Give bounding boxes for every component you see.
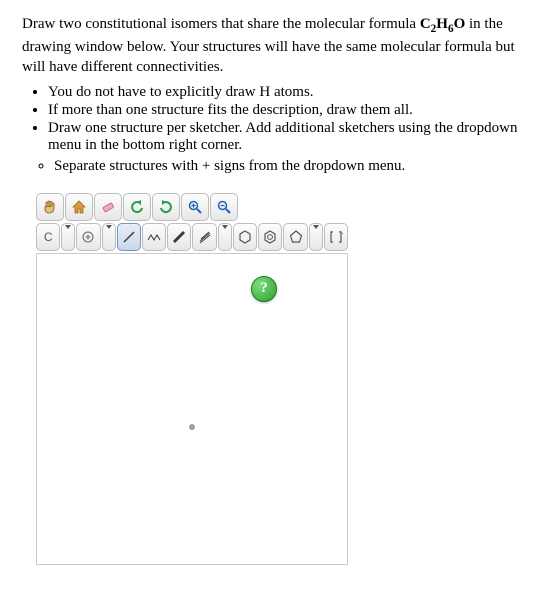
toolbar-row-1 bbox=[36, 193, 348, 221]
instruction-item: If more than one structure fits the desc… bbox=[48, 102, 518, 119]
ring-pentagon-button[interactable] bbox=[283, 223, 307, 251]
formula: C2H6O bbox=[420, 16, 465, 32]
chevron-down-icon bbox=[313, 229, 319, 244]
toolbar-row-2: C bbox=[36, 223, 348, 251]
bracket-button[interactable]: + bbox=[324, 223, 348, 251]
atom-label: C bbox=[44, 230, 53, 244]
charge-button[interactable] bbox=[76, 223, 100, 251]
help-button[interactable]: ? bbox=[251, 276, 277, 302]
hexagon-icon bbox=[237, 229, 253, 245]
bond-tool-icon bbox=[146, 229, 162, 245]
bond-chain-button[interactable] bbox=[142, 223, 166, 251]
bond-solid-button[interactable] bbox=[167, 223, 191, 251]
bond-triple-icon bbox=[197, 229, 213, 245]
undo-button[interactable] bbox=[123, 193, 151, 221]
pentagon-icon bbox=[288, 229, 304, 245]
svg-text:+: + bbox=[341, 232, 344, 237]
bond-double-icon bbox=[171, 229, 187, 245]
ring-benzene-button[interactable] bbox=[258, 223, 282, 251]
home-icon bbox=[71, 199, 87, 215]
zoom-in-icon bbox=[187, 199, 203, 215]
molecule-sketcher: C bbox=[36, 193, 348, 565]
instruction-item: Draw one structure per sketcher. Add add… bbox=[48, 120, 518, 154]
redo-button[interactable] bbox=[152, 193, 180, 221]
home-button[interactable] bbox=[65, 193, 93, 221]
pan-hand-icon bbox=[42, 199, 58, 215]
eraser-button[interactable] bbox=[94, 193, 122, 221]
bracket-icon: + bbox=[328, 229, 344, 245]
zoom-in-button[interactable] bbox=[181, 193, 209, 221]
chevron-down-icon bbox=[106, 229, 112, 244]
prompt-pre: Draw two constitutional isomers that sha… bbox=[22, 16, 420, 32]
chevron-down-icon bbox=[222, 229, 228, 244]
bond-dropdown[interactable] bbox=[218, 223, 232, 251]
benzene-icon bbox=[262, 229, 278, 245]
eraser-icon bbox=[100, 199, 116, 215]
charge-dropdown[interactable] bbox=[102, 223, 116, 251]
instruction-sublist: Separate structures with + signs from th… bbox=[54, 158, 518, 175]
undo-icon bbox=[129, 199, 145, 215]
drawing-canvas[interactable]: ? bbox=[36, 253, 348, 565]
chevron-down-icon bbox=[65, 229, 71, 244]
bond-single-button[interactable] bbox=[117, 223, 141, 251]
zoom-out-icon bbox=[216, 199, 232, 215]
redo-icon bbox=[158, 199, 174, 215]
ring-dropdown[interactable] bbox=[309, 223, 323, 251]
bond-single-icon bbox=[121, 229, 137, 245]
zoom-out-button[interactable] bbox=[210, 193, 238, 221]
bond-wedge-button[interactable] bbox=[192, 223, 216, 251]
instruction-item: You do not have to explicitly draw H ato… bbox=[48, 84, 518, 101]
atom-button[interactable]: C bbox=[36, 223, 60, 251]
atom-dropdown[interactable] bbox=[61, 223, 75, 251]
ring-hexagon-button[interactable] bbox=[233, 223, 257, 251]
charge-plus-icon bbox=[81, 230, 95, 244]
help-icon: ? bbox=[260, 280, 268, 297]
canvas-start-atom[interactable] bbox=[189, 424, 195, 430]
instruction-list: You do not have to explicitly draw H ato… bbox=[48, 84, 518, 154]
question-prompt: Draw two constitutional isomers that sha… bbox=[22, 14, 518, 78]
instruction-subitem: Separate structures with + signs from th… bbox=[54, 158, 518, 175]
pan-button[interactable] bbox=[36, 193, 64, 221]
